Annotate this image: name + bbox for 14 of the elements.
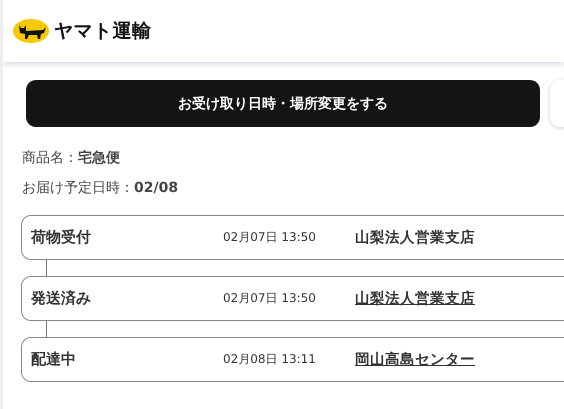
info-line: お届け予定日時：02/08 [22, 179, 180, 197]
event-time: 02月07日 13:50 [223, 290, 317, 307]
status-label: 荷物受付 [31, 228, 92, 247]
logo-text: ヤマト運輸 [54, 19, 152, 44]
branch-link[interactable]: 山梨法人営業支店 [355, 289, 475, 308]
status-label: 発送済み [31, 289, 92, 308]
info-line: 商品名：宅急便 [22, 149, 121, 167]
event-time: 02月08日 13:11 [223, 351, 317, 368]
status-label: 配達中 [31, 350, 77, 369]
branch-link[interactable]: 岡山高島センター [355, 350, 475, 369]
cat-logo-icon [13, 19, 49, 43]
event-time: 02月07日 13:50 [223, 229, 317, 246]
change-delivery-button[interactable]: お受け取り日時・場所変更をする [26, 80, 540, 127]
branch-name: 山梨法人営業支店 [355, 228, 475, 247]
